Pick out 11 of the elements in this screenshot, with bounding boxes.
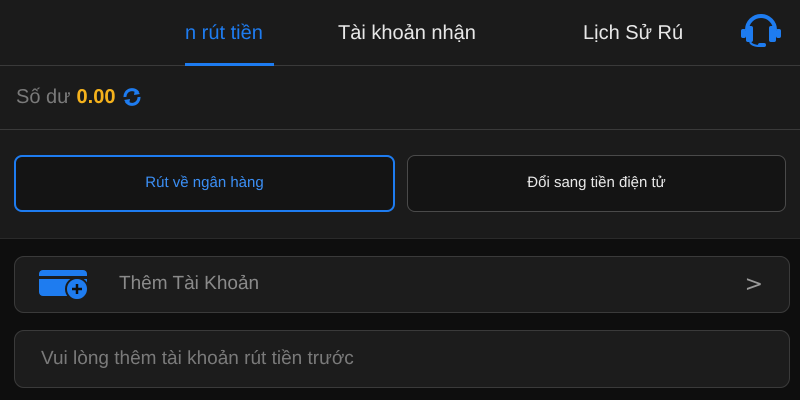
refresh-icon[interactable] [121,86,144,108]
add-account-button[interactable]: Thêm Tài Khoản > [14,256,790,313]
withdraw-method-tab[interactable]: Đổi sang tiền điện tử [407,155,786,212]
tab[interactable]: Tài khoản nhận [338,2,519,66]
chevron-right: > [744,271,763,299]
account-notice-field[interactable]: Vui lòng thêm tài khoản rút tiền trước [14,330,790,388]
tab[interactable]: Lịch Sử Rú [583,2,714,66]
headset-icon[interactable] [740,12,782,48]
balance-label: Số dư [16,84,71,110]
withdraw-method-tab[interactable]: Rút về ngân hàng [14,155,395,212]
balance-amount: 0.00 [76,84,116,110]
